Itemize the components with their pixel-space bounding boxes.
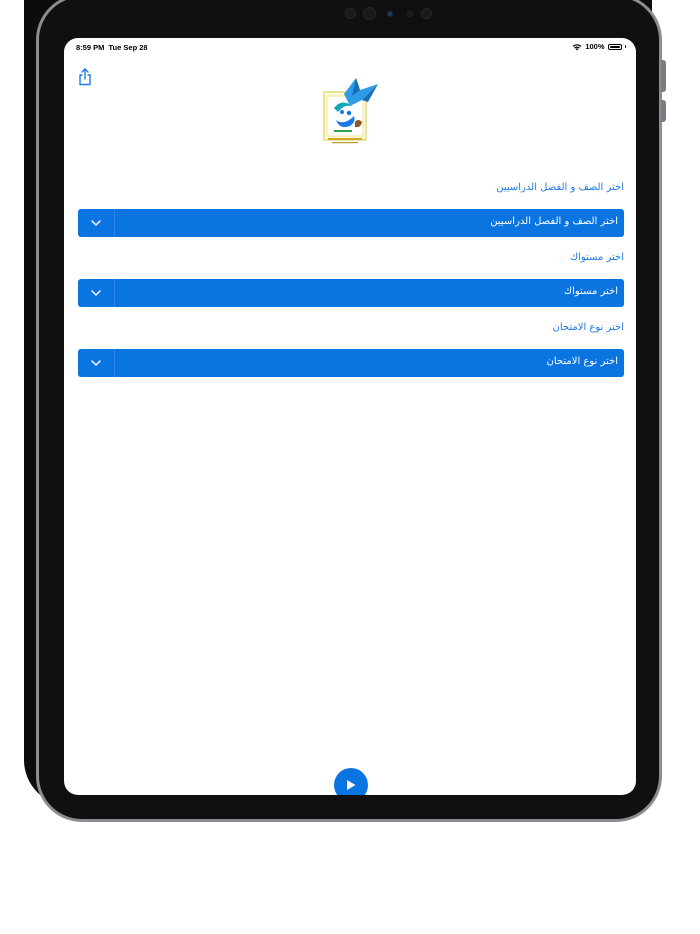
start-button[interactable] (334, 768, 368, 795)
share-icon[interactable] (77, 68, 93, 86)
chevron-down-icon (91, 290, 101, 296)
wifi-icon (572, 43, 582, 50)
class-term-select[interactable]: اختر الصف و الفصل الدراسيين (78, 209, 624, 237)
status-time: 8:59 PM Tue Sep 28 (76, 43, 148, 52)
select-divider (114, 279, 115, 307)
exam-type-label: اختر نوع الامتحان (552, 322, 624, 333)
camera-array (345, 7, 435, 20)
battery-nub (624, 45, 626, 48)
select-divider (114, 349, 115, 377)
chevron-down-icon (91, 360, 101, 366)
camera-dot (363, 7, 376, 20)
level-value: اختر مستواك (563, 286, 618, 297)
sensor-dot (407, 11, 413, 17)
status-indicators: 100% (572, 42, 626, 51)
time-text: 8:59 PM (76, 43, 105, 52)
camera-dot (345, 8, 356, 19)
level-select[interactable]: اختر مستواك (78, 279, 624, 307)
exam-type-select[interactable]: اختر نوع الامتحان (78, 349, 624, 377)
date-text: Tue Sep 28 (108, 43, 148, 52)
app-logo (323, 78, 378, 144)
ipad-mockup: 8:59 PM Tue Sep 28 100% اختر الصف و الفص… (0, 0, 700, 934)
class-term-label: اختر الصف و الفصل الدراسيين (496, 182, 624, 193)
class-term-value: اختر الصف و الفصل الدراسيين (490, 216, 618, 227)
volume-down-button (661, 100, 666, 122)
camera-dot (421, 8, 432, 19)
select-divider (114, 209, 115, 237)
exam-type-value: اختر نوع الامتحان (546, 356, 618, 367)
level-label: اختر مستواك (569, 252, 624, 263)
battery-icon (607, 43, 622, 50)
app-screen: 8:59 PM Tue Sep 28 100% اختر الصف و الفص… (64, 38, 636, 795)
sensor-dot (387, 11, 393, 17)
volume-up-button (661, 60, 666, 92)
status-bar: 8:59 PM Tue Sep 28 100% (64, 38, 636, 56)
battery-percent: 100% (585, 42, 605, 51)
chevron-down-icon (91, 220, 101, 226)
play-icon (347, 780, 356, 790)
